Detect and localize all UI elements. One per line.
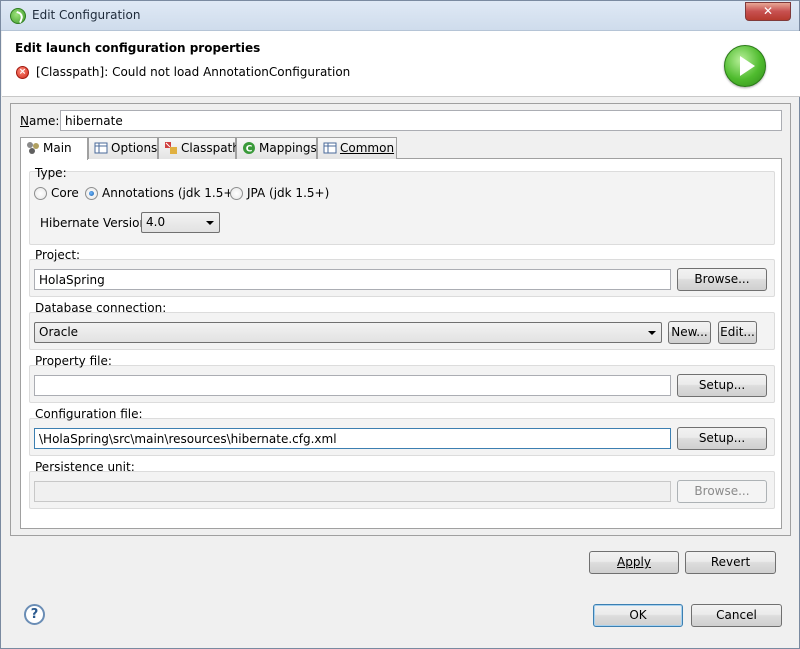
radio-jpa[interactable]: JPA (jdk 1.5+): [230, 186, 329, 200]
persistence-unit-browse-button: Browse...: [677, 480, 767, 503]
database-edit-button[interactable]: Edit...: [718, 321, 757, 344]
ok-button[interactable]: OK: [593, 604, 683, 627]
revert-button[interactable]: Revert: [685, 551, 776, 574]
property-file-input[interactable]: [34, 375, 671, 396]
chevron-down-icon: [648, 331, 656, 335]
run-icon: [724, 45, 766, 87]
mappings-icon: C: [243, 142, 255, 155]
help-icon[interactable]: ?: [24, 604, 45, 625]
tab-options-label: Options: [111, 141, 158, 155]
project-browse-button[interactable]: Browse...: [677, 268, 767, 291]
spring-app-icon: [10, 8, 26, 24]
persistence-unit-input: [34, 481, 671, 502]
close-window-button[interactable]: ✕: [745, 2, 791, 21]
radio-jpa-label: JPA (jdk 1.5+): [247, 186, 330, 200]
radio-jpa-dot: [230, 187, 243, 200]
hibernate-version-value: 4.0: [146, 215, 166, 229]
tab-main-label: Main: [43, 141, 72, 155]
type-label: Type:: [35, 166, 67, 180]
property-file-setup-button[interactable]: Setup...: [677, 374, 767, 397]
name-label: Name:: [20, 114, 60, 128]
tab-mappings[interactable]: C Mappings: [236, 137, 317, 159]
chevron-down-icon: [206, 221, 214, 225]
persistence-unit-label: Persistence unit:: [35, 460, 135, 474]
project-label: Project:: [35, 248, 81, 262]
radio-annotations[interactable]: Annotations (jdk 1.5+): [85, 186, 238, 200]
classpath-icon: [165, 142, 177, 154]
database-new-button[interactable]: New...: [668, 321, 711, 344]
tab-mappings-label: Mappings: [259, 141, 317, 155]
tab-common[interactable]: Common: [317, 137, 397, 159]
tab-options[interactable]: Options: [88, 137, 158, 159]
edit-configuration-window: Edit Configuration ✕ Edit launch configu…: [0, 0, 800, 649]
title-bar: Edit Configuration ✕: [1, 1, 799, 31]
tab-classpath-label: Classpath: [181, 141, 240, 155]
config-file-setup-button[interactable]: Setup...: [677, 427, 767, 450]
tab-main[interactable]: Main: [20, 137, 88, 160]
hibernate-icon: [27, 142, 39, 154]
table-icon: [94, 142, 108, 154]
apply-button[interactable]: Apply: [589, 551, 679, 574]
config-file-input[interactable]: [34, 428, 671, 449]
radio-annotations-label: Annotations (jdk 1.5+): [102, 186, 239, 200]
database-value: Oracle: [39, 325, 79, 339]
radio-core[interactable]: Core: [34, 186, 79, 200]
type-group: [29, 171, 775, 245]
error-icon: ×: [16, 66, 29, 79]
cancel-button[interactable]: Cancel: [691, 604, 782, 627]
project-input[interactable]: [34, 269, 671, 290]
tab-common-label: Common: [340, 141, 395, 155]
dialog-header: Edit launch configuration properties × […: [2, 31, 800, 97]
database-label: Database connection:: [35, 301, 167, 315]
name-input[interactable]: [60, 110, 782, 131]
tab-classpath[interactable]: Classpath: [158, 137, 240, 159]
config-file-label: Configuration file:: [35, 407, 143, 421]
radio-core-dot: [34, 187, 47, 200]
dialog-title: Edit launch configuration properties: [15, 41, 261, 55]
hibernate-version-select[interactable]: 4.0: [141, 212, 220, 233]
hibernate-version-label: Hibernate Version:: [40, 216, 152, 230]
database-select[interactable]: Oracle: [34, 322, 662, 343]
property-file-label: Property file:: [35, 354, 112, 368]
window-title: Edit Configuration: [32, 8, 141, 22]
table-icon: [323, 142, 337, 154]
svg-text:C: C: [246, 145, 253, 155]
radio-annotations-dot: [85, 187, 98, 200]
error-message: [Classpath]: Could not load AnnotationCo…: [36, 65, 351, 79]
radio-core-label: Core: [51, 186, 79, 200]
